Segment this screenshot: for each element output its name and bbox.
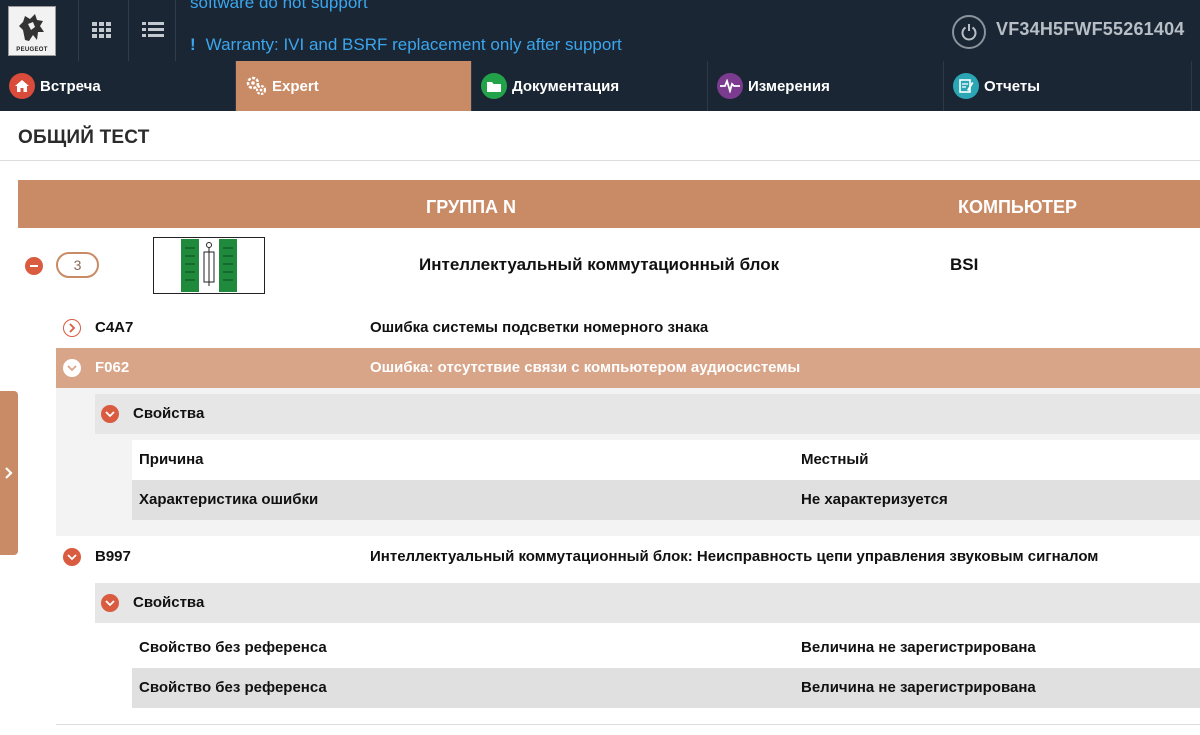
- side-panel-toggle[interactable]: [0, 391, 18, 555]
- ecu-image: [153, 237, 265, 294]
- tab-label: Отчеты: [984, 77, 1041, 95]
- folder-icon: [481, 73, 507, 99]
- divider: [56, 724, 1200, 725]
- tab-vstrecha[interactable]: Встреча: [0, 61, 236, 111]
- fault-row[interactable]: B997 Интеллектуальный коммутационный бло…: [56, 537, 1200, 577]
- property-row: Свойство без референса Величина не зарег…: [132, 628, 1200, 668]
- tab-label: Измерения: [748, 77, 830, 95]
- info-message: software do not support: [190, 0, 368, 12]
- brand-text: PEUGEOT: [16, 47, 48, 53]
- property-row: Свойство без референса Величина не зарег…: [132, 668, 1200, 708]
- group-name: Интеллектуальный коммутационный блок: [419, 255, 780, 274]
- fault-description: Ошибка: отсутствие связи с компьютером а…: [370, 359, 801, 376]
- fault-code: F062: [95, 359, 130, 376]
- power-icon: [961, 24, 977, 41]
- tab-label: Документация: [512, 77, 620, 95]
- column-header-group: ГРУППА N: [426, 197, 517, 217]
- property-row: Характеристика ошибки Не характеризуется: [132, 480, 1200, 520]
- top-bar: PEUGEOT software do not support ! Warrant…: [0, 0, 1200, 61]
- property-value: Величина не зарегистрирована: [801, 679, 1036, 696]
- peugeot-logo: PEUGEOT: [8, 6, 56, 56]
- property-key: Свойство без референса: [139, 679, 327, 696]
- page-title: ОБЩИЙ ТЕСТ: [18, 127, 150, 148]
- chevron-down-icon[interactable]: [63, 359, 81, 377]
- property-key: Причина: [139, 451, 204, 468]
- property-value: Величина не зарегистрирована: [801, 639, 1036, 656]
- report-icon: [953, 73, 979, 99]
- fault-description: Ошибка системы подсветки номерного знака: [370, 319, 709, 336]
- fault-count-badge: 3: [56, 252, 99, 278]
- property-key: Характеристика ошибки: [139, 491, 319, 508]
- ecu-module-icon: [181, 239, 237, 292]
- tab-label: Встреча: [40, 77, 101, 95]
- properties-section[interactable]: Свойства: [95, 394, 1200, 434]
- properties-label: Свойства: [133, 594, 205, 611]
- vin-number: VF34H5FWF55261404: [996, 19, 1185, 39]
- warning-mark: !: [190, 35, 196, 54]
- fault-row[interactable]: C4A7 Ошибка системы подсветки номерного …: [56, 308, 1200, 348]
- tab-label: Expert: [272, 77, 319, 95]
- chevron-down-icon[interactable]: [101, 594, 119, 612]
- fault-code: B997: [95, 548, 131, 565]
- house-icon: [9, 73, 35, 99]
- fault-row-selected[interactable]: F062 Ошибка: отсутствие связи с компьюте…: [56, 348, 1200, 388]
- tab-documentation[interactable]: Документация: [472, 61, 708, 111]
- gears-icon: [246, 73, 268, 99]
- fault-description: Интеллектуальный коммутационный блок: Не…: [370, 548, 1099, 565]
- power-button[interactable]: [952, 15, 986, 49]
- main-tabs: Встреча Expert Документация Измерения От…: [0, 61, 1200, 111]
- warning-text: Warranty: IVI and BSRF replacement only …: [205, 35, 622, 54]
- property-value: Местный: [801, 451, 869, 468]
- tab-expert[interactable]: Expert: [236, 61, 472, 111]
- property-value: Не характеризуется: [801, 491, 948, 508]
- chevron-right-icon: [5, 467, 13, 479]
- tab-measurements[interactable]: Измерения: [708, 61, 944, 111]
- apps-grid-button[interactable]: [78, 0, 126, 61]
- list-icon: [142, 22, 164, 37]
- warning-message: ! Warranty: IVI and BSRF replacement only…: [190, 35, 622, 55]
- list-view-button[interactable]: [128, 0, 176, 61]
- chevron-down-icon[interactable]: [63, 548, 81, 566]
- collapse-group-button[interactable]: [25, 257, 43, 275]
- chevron-right-icon[interactable]: [63, 319, 81, 337]
- pulse-icon: [717, 73, 743, 99]
- properties-label: Свойства: [133, 405, 205, 422]
- tab-reports[interactable]: Отчеты: [944, 61, 1192, 111]
- property-row: Причина Местный: [132, 440, 1200, 480]
- column-header-computer: КОМПЬЮТЕР: [958, 197, 1077, 217]
- grid-icon: [92, 22, 111, 38]
- property-key: Свойство без референса: [139, 639, 327, 656]
- chevron-down-icon[interactable]: [101, 405, 119, 423]
- fault-code: C4A7: [95, 319, 134, 336]
- divider: [0, 160, 1200, 161]
- group-ecu: BSI: [950, 255, 979, 274]
- table-header: ГРУППА N КОМПЬЮТЕР: [18, 180, 1200, 228]
- properties-section[interactable]: Свойства: [95, 583, 1200, 623]
- lion-emblem-icon: [19, 14, 44, 41]
